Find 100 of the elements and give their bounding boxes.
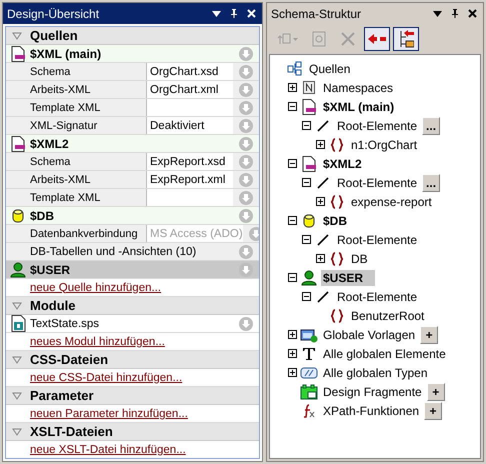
- add-button[interactable]: +: [426, 382, 445, 400]
- section-title: XSLT-Dateien: [30, 424, 113, 439]
- tree-node[interactable]: Globale Vorlagen: [321, 326, 418, 342]
- property-label: Arbeits-XML: [29, 174, 92, 186]
- tree-node[interactable]: Alle globalen Typen: [321, 364, 430, 380]
- tag-icon[interactable]: [364, 27, 390, 51]
- property-label: Schema: [29, 156, 72, 168]
- down-arrow-icon[interactable]: [239, 46, 253, 60]
- expander-icon[interactable]: [316, 140, 325, 149]
- add-link[interactable]: neue CSS-Datei hinzufügen...: [30, 372, 182, 384]
- property-label: Template XML: [29, 192, 102, 204]
- expander-icon[interactable]: [288, 349, 297, 358]
- source-name: $XML (main): [30, 46, 102, 60]
- expander-icon[interactable]: [316, 197, 325, 206]
- cylinder-icon: [12, 208, 24, 224]
- tree-node[interactable]: $XML (main): [321, 98, 396, 114]
- down-arrow-icon[interactable]: [239, 244, 253, 258]
- source-row[interactable]: $XML2: [6, 135, 259, 153]
- tree-node[interactable]: $XML2: [321, 156, 364, 172]
- tree-node[interactable]: $USER: [321, 270, 376, 286]
- expander-icon[interactable]: [302, 292, 311, 301]
- add-link[interactable]: neue XSLT-Datei hinzufügen...: [30, 444, 186, 456]
- add-button[interactable]: +: [420, 326, 438, 344]
- expander-icon[interactable]: [316, 254, 325, 263]
- source-row[interactable]: $USER: [6, 261, 259, 279]
- source-name: $XML2: [30, 136, 70, 150]
- dropdown-icon[interactable]: [212, 10, 221, 16]
- tree-node[interactable]: Root-Elemente: [335, 174, 420, 190]
- collapse-icon[interactable]: [12, 392, 22, 400]
- collapse-icon[interactable]: [12, 32, 22, 40]
- tree-node[interactable]: Root-Elemente: [335, 232, 420, 248]
- source-row[interactable]: $DB: [6, 207, 259, 225]
- add-button[interactable]: ...: [422, 116, 440, 134]
- tree-node[interactable]: expense-report: [349, 194, 434, 210]
- tree-node[interactable]: Quellen: [307, 60, 352, 76]
- down-arrow-icon[interactable]: [239, 208, 253, 222]
- add-link[interactable]: neues Modul hinzufügen...: [30, 336, 165, 348]
- property-value[interactable]: ExpReport.xml: [146, 171, 233, 188]
- section-title: Quellen: [30, 28, 78, 43]
- property-label: Arbeits-XML: [29, 84, 92, 96]
- document-icon: [10, 136, 26, 152]
- dropdown-icon[interactable]: [433, 10, 442, 16]
- tree-node[interactable]: Root-Elemente: [335, 118, 420, 134]
- file-name[interactable]: TextState.sps: [30, 318, 233, 330]
- down-arrow-icon[interactable]: [248, 226, 259, 240]
- property-label: XML-Signatur: [29, 120, 98, 132]
- property-value[interactable]: Deaktiviert: [146, 117, 233, 134]
- section-title: CSS-Dateien: [30, 352, 108, 367]
- pin-icon[interactable]: [230, 9, 238, 18]
- collapse-icon[interactable]: [12, 356, 22, 364]
- add-link[interactable]: neuen Parameter hinzufügen...: [30, 408, 188, 420]
- down-arrow-icon[interactable]: [239, 100, 253, 114]
- tree-node[interactable]: Namespaces: [321, 80, 396, 96]
- expander-icon[interactable]: [288, 368, 297, 377]
- add-button[interactable]: +: [424, 402, 442, 420]
- expander-icon[interactable]: [288, 273, 297, 282]
- tree-node[interactable]: Root-Elemente: [335, 288, 420, 304]
- down-arrow-icon[interactable]: [239, 190, 253, 204]
- property-value[interactable]: ExpReport.xsd: [146, 153, 233, 170]
- property-label: Template XML: [29, 102, 102, 114]
- expander-icon[interactable]: [288, 83, 297, 92]
- document-icon: [10, 46, 26, 62]
- expander-icon[interactable]: [302, 121, 311, 130]
- down-arrow-icon[interactable]: [239, 154, 253, 168]
- tree-node[interactable]: XPath-Funktionen: [321, 402, 422, 418]
- section-title: Module: [30, 298, 76, 313]
- collapse-icon[interactable]: [12, 428, 22, 436]
- property-label: DB-Tabellen und -Ansichten (10): [29, 246, 198, 258]
- property-value[interactable]: OrgChart.xml: [146, 81, 233, 98]
- down-arrow-icon[interactable]: [239, 64, 253, 78]
- down-arrow-icon[interactable]: [239, 136, 253, 150]
- tree-node[interactable]: DB: [349, 250, 370, 266]
- tree-node[interactable]: $DB: [321, 212, 350, 228]
- down-arrow-icon[interactable]: [239, 262, 253, 276]
- expander-icon[interactable]: [288, 102, 297, 111]
- expander-icon[interactable]: [302, 178, 311, 187]
- tree-node[interactable]: Alle globalen Elemente: [321, 346, 448, 362]
- property-value[interactable]: OrgChart.xsd: [146, 63, 233, 80]
- section-title: Parameter: [30, 388, 94, 403]
- expander-icon[interactable]: [302, 235, 311, 244]
- down-arrow-icon[interactable]: [239, 82, 253, 96]
- tree-node[interactable]: Design Fragmente: [321, 384, 424, 400]
- tree-tag-icon[interactable]: [393, 27, 419, 51]
- down-arrow-icon[interactable]: [239, 316, 253, 330]
- expander-icon[interactable]: [288, 216, 297, 225]
- pin-icon[interactable]: [451, 9, 459, 18]
- close-icon[interactable]: [468, 9, 477, 18]
- collapse-icon[interactable]: [12, 302, 22, 310]
- source-row[interactable]: $XML (main): [6, 45, 259, 63]
- source-name: $DB: [30, 208, 56, 222]
- expander-icon[interactable]: [288, 330, 297, 339]
- panel-title: Design-Übersicht: [7, 6, 100, 20]
- expander-icon[interactable]: [288, 159, 297, 168]
- tree-node[interactable]: n1:OrgChart: [349, 136, 420, 152]
- down-arrow-icon[interactable]: [239, 118, 253, 132]
- add-button[interactable]: ...: [422, 174, 440, 192]
- tree-node[interactable]: BenutzerRoot: [349, 308, 426, 324]
- panel-title: Schema-Struktur: [271, 6, 362, 20]
- down-arrow-icon[interactable]: [239, 172, 253, 186]
- add-link[interactable]: neue Quelle hinzufügen...: [30, 282, 162, 294]
